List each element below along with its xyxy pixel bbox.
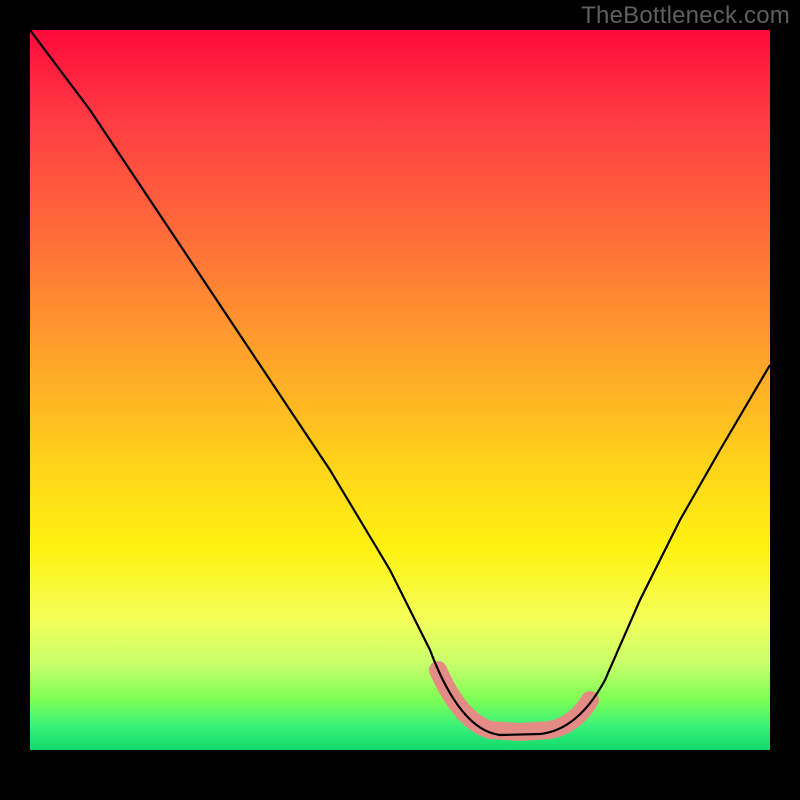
watermark-text: TheBottleneck.com: [581, 2, 790, 30]
valley-highlight: [438, 670, 590, 732]
plot-area: [30, 30, 770, 750]
bottleneck-curve: [30, 30, 770, 735]
chart-frame: TheBottleneck.com: [0, 0, 800, 800]
curve-svg: [30, 30, 770, 750]
